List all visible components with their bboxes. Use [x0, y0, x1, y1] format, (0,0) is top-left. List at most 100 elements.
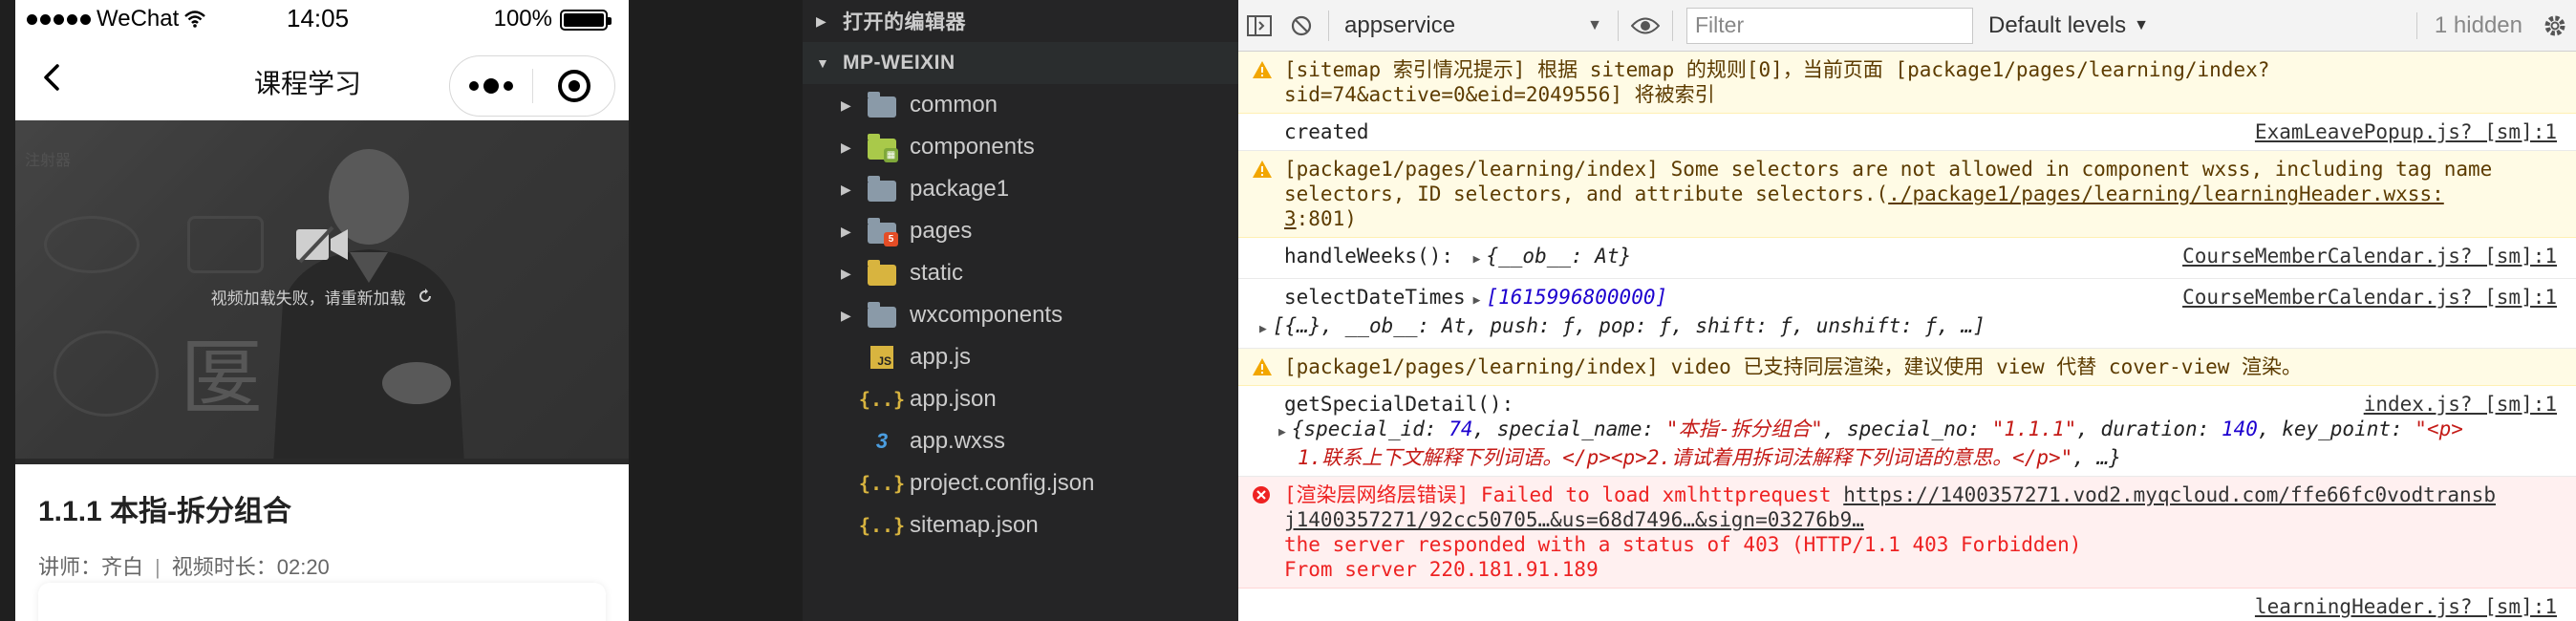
json-file-icon: {..} [858, 514, 906, 537]
open-editors-label: 打开的编辑器 [843, 11, 966, 33]
expand-triangle-icon[interactable]: ▶ [1473, 293, 1481, 308]
tree-item-app-js[interactable]: JS app.js [803, 336, 1238, 378]
gear-icon[interactable] [2534, 13, 2576, 38]
console-log: CourseMemberCalendar.js? [sm]:1 selectDa… [1238, 279, 2576, 349]
console-warning: [package1/pages/learning/index] video 已支… [1238, 349, 2576, 386]
chevron-down-icon: ▼ [816, 55, 830, 71]
project-section[interactable]: ▼ MP-WEIXIN [803, 42, 1238, 84]
tree-item-project-config[interactable]: {..} project.config.json [803, 462, 1238, 504]
tree-item-label: components [910, 134, 1035, 160]
obj-value: 140 [2221, 418, 2258, 440]
more-menu-icon[interactable] [450, 78, 532, 94]
mini-program-capsule [449, 55, 615, 117]
message-text: created [1284, 120, 1369, 143]
tree-item-label: package1 [910, 176, 1010, 202]
chevron-right-icon: ▶ [841, 265, 851, 281]
components-folder-icon: ▦ [868, 134, 898, 162]
console-error: [渲染层网络层错误] Failed to load xmlhttprequest… [1238, 477, 2576, 589]
live-expression-eye-icon[interactable] [1624, 16, 1666, 35]
request-url-link[interactable]: j1400357271/92cc50705…&us=68d7496…&sign=… [1284, 508, 1864, 531]
error-icon [1253, 486, 1270, 503]
signal-icon [27, 13, 91, 25]
tree-item-wxcomponents[interactable]: ▶ wxcomponents [803, 294, 1238, 336]
expand-triangle-icon[interactable]: ▶ [1473, 252, 1481, 267]
console-log: index.js? [sm]:1 getSpecialDetail(): ▶ {s… [1238, 386, 2576, 477]
meta-divider: | [155, 555, 161, 579]
tree-item-sitemap[interactable]: {..} sitemap.json [803, 504, 1238, 546]
dropdown-arrow-icon: ▼ [1587, 16, 1602, 33]
obj-key: , key_point: [2257, 418, 2415, 440]
close-mini-program-icon[interactable] [533, 70, 614, 102]
chevron-right-icon: ▶ [841, 307, 851, 323]
video-error-message: 视频加载失败，请重新加载 [15, 285, 629, 309]
source-link[interactable]: learningHeader.js? [sm]:1 [2255, 594, 2557, 619]
context-selector[interactable]: appservice ▼ [1335, 12, 1612, 39]
clock: 14:05 [287, 4, 350, 32]
tree-item-label: project.config.json [910, 470, 1095, 496]
status-bar: WeChat 14:05 100% [15, 0, 629, 36]
video-error-text: 视频加载失败，请重新加载 [210, 289, 406, 308]
expand-triangle-icon[interactable]: ▶ [1278, 425, 1286, 439]
tree-item-package1[interactable]: ▶ package1 [803, 168, 1238, 210]
obj-value: 1.联系上下文解释下列词语。</p><p>2.请试着用拆词法解释下列词语的意思。… [1298, 446, 2073, 469]
toggle-sidebar-icon[interactable] [1238, 14, 1280, 36]
refresh-icon[interactable] [418, 289, 433, 304]
source-link[interactable]: ExamLeavePopup.js? [sm]:1 [2255, 119, 2557, 144]
tree-item-label: wxcomponents [910, 302, 1063, 328]
open-editors-section[interactable]: ▶ 打开的编辑器 [803, 0, 1238, 42]
warning-icon [1253, 161, 1272, 178]
tree-item-label: common [910, 92, 998, 118]
chevron-right-icon: ▶ [841, 139, 851, 155]
battery-icon [560, 10, 612, 31]
hidden-count: 1 hidden [2415, 11, 2534, 39]
phone-screen: WeChat 14:05 100% 课程学习 注射器 匽 视频加载失败，请重新加… [15, 0, 629, 621]
tree-item-label: pages [910, 218, 973, 244]
folder-icon [868, 302, 896, 328]
source-link[interactable]: index.js? [sm]:1 [2364, 392, 2557, 417]
source-link[interactable]: CourseMemberCalendar.js? [sm]:1 [2182, 285, 2557, 310]
wxss-line-link[interactable]: 3 [1284, 207, 1297, 230]
tree-item-components[interactable]: ▶ ▦ components [803, 126, 1238, 168]
message-text: [渲染层网络层错误] Failed to load xmlhttprequest [1284, 483, 1844, 506]
message-line: [package1/pages/learning/index] video 已支… [1284, 355, 2303, 378]
folder-icon [868, 176, 896, 202]
source-link[interactable]: CourseMemberCalendar.js? [sm]:1 [2182, 244, 2557, 268]
chevron-right-icon: ▶ [841, 181, 851, 197]
warning-icon [1253, 358, 1272, 375]
console-warning: [package1/pages/learning/index] Some sel… [1238, 151, 2576, 238]
obj-key: special_id: [1303, 418, 1449, 440]
log-levels-dropdown[interactable]: Default levels ▼ [1988, 12, 2149, 39]
tree-item-label: sitemap.json [910, 512, 1039, 538]
obj-value: "<p> [2415, 418, 2463, 440]
dropdown-arrow-icon: ▼ [2134, 16, 2149, 33]
wxss-source-link[interactable]: ./package1/pages/learning/learningHeader… [1888, 182, 2444, 205]
expand-triangle-icon[interactable]: ▶ [1259, 322, 1267, 336]
array-preview[interactable]: [1615996800000] [1486, 286, 1667, 309]
json-file-icon: {..} [858, 472, 906, 495]
devtools-console: appservice ▼ Filter Default levels ▼ 1 h… [1238, 0, 2576, 621]
object-preview[interactable]: {__ob__: At} [1487, 245, 1632, 268]
obj-key: , special_name: [1472, 418, 1666, 440]
video-error-icon [296, 225, 348, 264]
obj-tail: , …} [2072, 446, 2121, 469]
obj-value: 74 [1449, 418, 1473, 440]
wifi-icon [184, 11, 206, 28]
tree-item-app-json[interactable]: {..} app.json [803, 378, 1238, 420]
tree-item-common[interactable]: ▶ common [803, 84, 1238, 126]
console-log: ExamLeavePopup.js? [sm]:1 created [1238, 114, 2576, 151]
filter-placeholder: Filter [1695, 12, 1745, 37]
carrier-name: WeChat [97, 6, 180, 32]
levels-label: Default levels [1988, 11, 2127, 38]
tree-item-pages[interactable]: ▶ 5 pages [803, 210, 1238, 252]
clear-console-icon[interactable] [1280, 14, 1322, 37]
folder-icon [868, 92, 896, 118]
tree-item-static[interactable]: ▶ static [803, 252, 1238, 294]
tree-item-app-wxss[interactable]: 3 app.wxss [803, 420, 1238, 462]
array-detail[interactable]: [{…}, __ob__: At, push: ƒ, pop: ƒ, shift… [1273, 314, 1986, 337]
tree-item-label: static [910, 260, 964, 286]
obj-value: "1.1.1" [1991, 418, 2077, 440]
request-url-link[interactable]: https://1400357271.vod2.myqcloud.com/ffe… [1843, 483, 2496, 506]
video-player[interactable]: 注射器 匽 视频加载失败，请重新加载 [15, 120, 629, 464]
filter-input[interactable]: Filter [1686, 7, 1973, 44]
message-text: :801) [1296, 207, 1357, 230]
